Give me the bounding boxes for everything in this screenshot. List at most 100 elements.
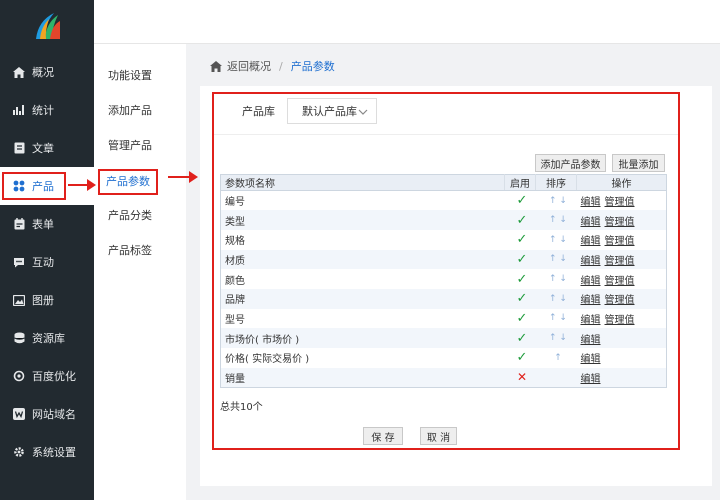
- sort-arrows[interactable]: ↑ ↓: [535, 288, 577, 309]
- table-row: 价格( 实际交易价 ) ✓ ↑ 编辑: [221, 348, 667, 368]
- param-name: 价格( 实际交易价 ): [225, 354, 310, 366]
- param-name: 销量: [220, 367, 505, 388]
- cancel-button[interactable]: 取 消: [420, 427, 457, 445]
- sidebar-item-3[interactable]: 产品: [0, 167, 94, 205]
- home-icon[interactable]: [210, 60, 222, 72]
- sort-arrows[interactable]: ↑ ↓: [535, 249, 577, 270]
- edit-link[interactable]: 编辑: [581, 276, 601, 287]
- chart-icon: [12, 103, 26, 117]
- sort-arrows[interactable]: ↑ ↓: [536, 269, 577, 289]
- check-icon[interactable]: ✓: [517, 350, 528, 365]
- manage-values-link[interactable]: 管理值: [605, 197, 635, 208]
- table-row: 类型 ✓ ↑ ↓ 编辑 管理值: [220, 210, 667, 230]
- sidebar-item-6[interactable]: 图册: [0, 281, 94, 319]
- sort-arrows[interactable]: ↑ ↓: [536, 191, 577, 211]
- manage-values-link[interactable]: 管理值: [605, 217, 635, 228]
- check-icon[interactable]: ✓: [517, 291, 528, 306]
- breadcrumb: 返回概况 / 产品参数: [210, 58, 335, 74]
- cross-icon[interactable]: ✕: [517, 370, 527, 384]
- library-select[interactable]: 默认产品库: [287, 98, 377, 124]
- sidebar-item-10[interactable]: 系统设置: [0, 433, 94, 471]
- main-sidebar: 概况统计文章产品 表单互动图册 资源库百度优化网站域名系统设置: [0, 0, 94, 500]
- sidebar-item-0[interactable]: 概况: [0, 53, 94, 91]
- edit-link[interactable]: 编辑: [581, 315, 601, 326]
- save-button[interactable]: 保 存: [363, 427, 403, 445]
- sidebar-item-label: 概况: [32, 66, 54, 79]
- row-actions: 编辑 管理值: [577, 230, 667, 250]
- submenu-item-1[interactable]: 添加产品: [108, 101, 152, 121]
- edit-link[interactable]: 编辑: [581, 335, 601, 346]
- table-row: 规格 ✓ ↑ ↓ 编辑 管理值: [221, 230, 667, 250]
- edit-link[interactable]: 编辑: [581, 197, 601, 208]
- check-icon[interactable]: ✓: [517, 311, 528, 326]
- submenu-item-4[interactable]: 产品分类: [108, 206, 152, 226]
- edit-link[interactable]: 编辑: [581, 295, 601, 306]
- sort-arrows[interactable]: ↑: [536, 348, 577, 368]
- param-name: 类型: [220, 210, 505, 230]
- highlight-box: [2, 172, 66, 200]
- manage-values-link[interactable]: 管理值: [605, 236, 635, 247]
- edit-link[interactable]: 编辑: [581, 217, 601, 228]
- sidebar-item-8[interactable]: 百度优化: [0, 357, 94, 395]
- sidebar-item-4[interactable]: 表单: [0, 205, 94, 243]
- param-name: 市场价( 市场价 ): [220, 328, 505, 348]
- table-row: 品牌 ✓ ↑ ↓ 编辑 管理值: [220, 288, 667, 309]
- manage-values-link[interactable]: 管理值: [605, 256, 635, 267]
- sidebar-item-label: 百度优化: [32, 370, 76, 383]
- manage-values-link[interactable]: 管理值: [605, 315, 635, 326]
- chat-icon: [12, 255, 26, 269]
- edit-link[interactable]: 编辑: [581, 374, 601, 385]
- table-row: 型号 ✓ ↑ ↓ 编辑 管理值: [221, 309, 667, 329]
- check-icon[interactable]: ✓: [517, 252, 528, 267]
- add-param-button[interactable]: 添加产品参数: [535, 154, 606, 172]
- params-table: 参数项名称 启用 排序 操作 编号 ✓ ↑ ↓ 编辑 管理值 类型 ✓ ↑ ↓ 编辑 管理值 规格 ✓…: [220, 174, 667, 388]
- submenu-item-0[interactable]: 功能设置: [108, 66, 152, 86]
- sidebar-item-5[interactable]: 互动: [0, 243, 94, 281]
- sort-arrows[interactable]: ↑ ↓: [536, 309, 577, 329]
- calendar-icon: [12, 217, 26, 231]
- sidebar-item-1[interactable]: 统计: [0, 91, 94, 129]
- manage-values-link[interactable]: 管理值: [605, 276, 635, 287]
- database-icon: [12, 331, 26, 345]
- sidebar-item-7[interactable]: 资源库: [0, 319, 94, 357]
- col-header-sort: 排序: [535, 174, 577, 191]
- sort-arrows[interactable]: ↑ ↓: [536, 230, 577, 250]
- param-name: 型号: [225, 314, 245, 326]
- home-icon: [12, 65, 26, 79]
- check-icon[interactable]: ✓: [517, 193, 528, 208]
- param-name: 颜色: [225, 275, 245, 287]
- sort-arrows[interactable]: ↑ ↓: [535, 328, 577, 348]
- gear-icon: [12, 445, 26, 459]
- sidebar-item-label: 文章: [32, 142, 54, 155]
- table-row: 材质 ✓ ↑ ↓ 编辑 管理值: [220, 249, 667, 270]
- sidebar-item-label: 系统设置: [32, 446, 76, 459]
- breadcrumb-back-link[interactable]: 返回概况: [227, 58, 271, 74]
- submenu-item-2[interactable]: 管理产品: [108, 136, 152, 156]
- edit-link[interactable]: 编辑: [581, 236, 601, 247]
- library-row: 产品库 默认产品库: [242, 98, 377, 124]
- sidebar-item-label: 互动: [32, 256, 54, 269]
- check-icon[interactable]: ✓: [517, 272, 528, 287]
- sort-arrows[interactable]: [535, 367, 577, 388]
- row-actions: 编辑 管理值: [577, 309, 667, 329]
- check-icon[interactable]: ✓: [517, 213, 528, 228]
- submenu-item-5[interactable]: 产品标签: [108, 241, 152, 261]
- chevron-down-icon: [358, 105, 368, 118]
- check-icon[interactable]: ✓: [517, 232, 528, 247]
- sidebar-item-9[interactable]: 网站域名: [0, 395, 94, 433]
- sort-arrows[interactable]: ↑ ↓: [535, 210, 577, 230]
- sidebar-item-2[interactable]: 文章: [0, 129, 94, 167]
- annotation-arrow: [68, 179, 96, 191]
- table-row: 颜色 ✓ ↑ ↓ 编辑 管理值: [221, 269, 667, 289]
- row-actions: 编辑 管理值: [576, 288, 667, 309]
- check-icon[interactable]: ✓: [517, 331, 528, 346]
- row-actions: 编辑 管理值: [576, 210, 667, 230]
- edit-link[interactable]: 编辑: [581, 354, 601, 365]
- batch-add-button[interactable]: 批量添加: [612, 154, 665, 172]
- manage-values-link[interactable]: 管理值: [605, 295, 635, 306]
- col-header-enabled: 启用: [504, 174, 536, 191]
- submenu-item-3[interactable]: 产品参数: [98, 169, 158, 195]
- product-submenu: 功能设置添加产品管理产品产品参数产品分类产品标签: [94, 44, 186, 500]
- app-logo[interactable]: [0, 0, 94, 48]
- edit-link[interactable]: 编辑: [581, 256, 601, 267]
